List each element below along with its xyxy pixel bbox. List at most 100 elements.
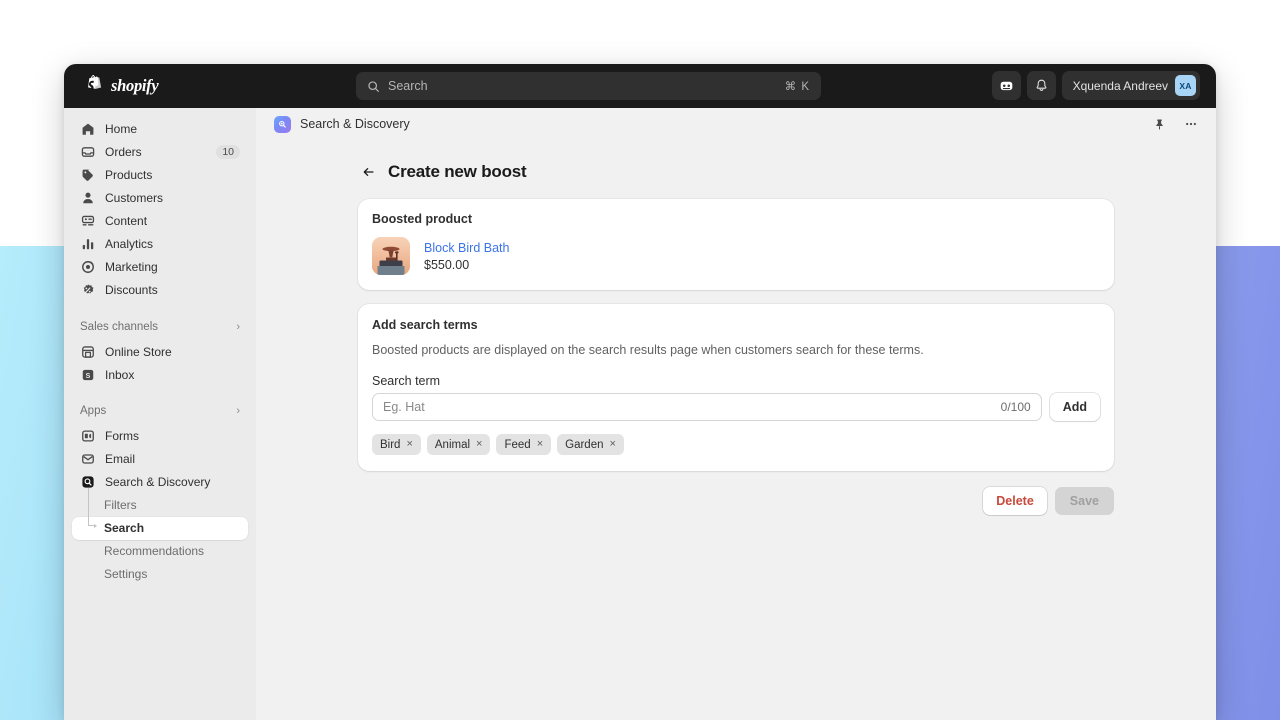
sidebar-subitem-settings[interactable]: Settings bbox=[72, 563, 248, 586]
search-term-row: Eg. Hat 0/100 Add bbox=[372, 393, 1100, 421]
sidebar-item-inbox[interactable]: S Inbox bbox=[72, 364, 248, 387]
sidebar-item-label: Content bbox=[105, 214, 147, 228]
orders-icon bbox=[80, 145, 95, 160]
sidebar-item-label: Home bbox=[105, 122, 137, 136]
sidebar-subitem-search[interactable]: Search bbox=[72, 517, 248, 540]
discounts-icon bbox=[80, 283, 95, 298]
tag-label: Garden bbox=[565, 439, 603, 451]
search-discovery-icon bbox=[274, 116, 291, 133]
sidebar-item-marketing[interactable]: Marketing bbox=[72, 256, 248, 279]
tag-feed[interactable]: Feed × bbox=[496, 434, 551, 455]
sidebar-subitems: Filters Search Recommendations Settings bbox=[72, 494, 248, 586]
sidebar-item-home[interactable]: Home bbox=[72, 118, 248, 141]
sidebar-item-online-store[interactable]: Online Store bbox=[72, 341, 248, 364]
tag-bird[interactable]: Bird × bbox=[372, 434, 421, 455]
sidebar-tree-arrow-icon bbox=[94, 524, 97, 528]
card-title: Boosted product bbox=[372, 212, 1100, 226]
sidebar-item-label: Discounts bbox=[105, 283, 158, 297]
notifications-button[interactable] bbox=[1027, 71, 1056, 100]
search-term-label: Search term bbox=[372, 374, 1100, 388]
sidebar-section-sales-channels[interactable]: Sales channels › bbox=[72, 319, 248, 335]
pin-button[interactable] bbox=[1148, 113, 1170, 135]
sidebar-item-content[interactable]: Content bbox=[72, 210, 248, 233]
save-button[interactable]: Save bbox=[1055, 487, 1114, 515]
main-content: Search & Discovery bbox=[256, 108, 1216, 720]
sidebar-item-label: Marketing bbox=[105, 260, 158, 274]
character-counter: 0/100 bbox=[1001, 400, 1031, 414]
store-badge-button[interactable] bbox=[992, 71, 1021, 100]
bell-icon bbox=[1034, 78, 1049, 93]
search-term-placeholder: Eg. Hat bbox=[383, 400, 1001, 414]
sidebar-item-products[interactable]: Products bbox=[72, 164, 248, 187]
app-breadcrumb[interactable]: Search & Discovery bbox=[274, 116, 410, 133]
sidebar-subitem-label: Search bbox=[104, 521, 144, 535]
shopify-wordmark: shopify bbox=[111, 76, 158, 96]
topbar-right-actions: Xquenda Andreev XA bbox=[992, 71, 1200, 100]
desktop-backdrop: shopify Search ⌘ K bbox=[0, 0, 1280, 720]
section-title: Apps bbox=[80, 405, 106, 417]
back-button[interactable] bbox=[360, 164, 376, 180]
sidebar-item-orders[interactable]: Orders 10 bbox=[72, 141, 248, 164]
page-container: Create new boost Boosted product bbox=[256, 140, 1216, 515]
add-term-button[interactable]: Add bbox=[1050, 393, 1100, 421]
sidebar-item-customers[interactable]: Customers bbox=[72, 187, 248, 210]
customers-icon bbox=[80, 191, 95, 206]
search-term-input[interactable]: Eg. Hat 0/100 bbox=[372, 393, 1042, 421]
product-price: $550.00 bbox=[424, 258, 509, 272]
remove-tag-icon[interactable]: × bbox=[610, 439, 616, 450]
tag-label: Animal bbox=[435, 439, 470, 451]
card-title: Add search terms bbox=[372, 318, 1100, 332]
content-icon bbox=[80, 214, 95, 229]
tag-label: Bird bbox=[380, 439, 400, 451]
marketing-target-icon bbox=[80, 260, 95, 275]
tag-animal[interactable]: Animal × bbox=[427, 434, 491, 455]
home-icon bbox=[80, 122, 95, 137]
tag-garden[interactable]: Garden × bbox=[557, 434, 624, 455]
sidebar: Home Orders 10 Prod bbox=[64, 108, 256, 720]
sidebar-tree-rail bbox=[88, 488, 89, 526]
sidebar-item-label: Orders bbox=[105, 145, 142, 159]
sidebar-subitem-label: Settings bbox=[104, 567, 147, 581]
sidebar-subitem-filters[interactable]: Filters bbox=[72, 494, 248, 517]
email-icon bbox=[80, 452, 95, 467]
online-store-icon bbox=[80, 344, 95, 359]
search-terms-tag-list: Bird × Animal × Feed × bbox=[372, 434, 1100, 455]
add-search-terms-card: Add search terms Boosted products are di… bbox=[358, 304, 1114, 471]
remove-tag-icon[interactable]: × bbox=[537, 439, 543, 450]
product-name-link[interactable]: Block Bird Bath bbox=[424, 241, 509, 255]
user-menu-button[interactable]: Xquenda Andreev XA bbox=[1062, 71, 1200, 100]
more-options-button[interactable] bbox=[1180, 113, 1202, 135]
sidebar-item-label: Customers bbox=[105, 191, 163, 205]
sidebar-item-discounts[interactable]: Discounts bbox=[72, 279, 248, 302]
app-body: Home Orders 10 Prod bbox=[64, 108, 1216, 720]
shopify-brand[interactable]: shopify bbox=[84, 75, 314, 97]
sidebar-item-email[interactable]: Email bbox=[72, 448, 248, 471]
delete-button[interactable]: Delete bbox=[983, 487, 1047, 515]
pin-icon bbox=[1153, 118, 1166, 131]
form-actions: Delete Save bbox=[358, 487, 1114, 515]
svg-text:S: S bbox=[85, 373, 90, 380]
page-header: Create new boost bbox=[358, 162, 1114, 182]
sidebar-subitem-label: Filters bbox=[104, 498, 137, 512]
sidebar-item-label: Inbox bbox=[105, 368, 134, 382]
remove-tag-icon[interactable]: × bbox=[476, 439, 482, 450]
shopify-bag-icon bbox=[84, 75, 104, 97]
global-search-input[interactable]: Search ⌘ K bbox=[356, 72, 821, 100]
bird-bath-image bbox=[372, 237, 410, 275]
avatar: XA bbox=[1175, 75, 1196, 96]
search-shortcut-hint: ⌘ K bbox=[785, 79, 810, 93]
remove-tag-icon[interactable]: × bbox=[406, 439, 412, 450]
sidebar-subitem-label: Recommendations bbox=[104, 544, 204, 558]
inbox-icon: S bbox=[80, 367, 95, 382]
chevron-right-icon: › bbox=[236, 405, 240, 417]
sidebar-item-label: Products bbox=[105, 168, 152, 182]
product-row: Block Bird Bath $550.00 bbox=[372, 237, 1100, 275]
sidebar-item-analytics[interactable]: Analytics bbox=[72, 233, 248, 256]
boosted-product-card: Boosted product bbox=[358, 199, 1114, 290]
sidebar-subitem-recommendations[interactable]: Recommendations bbox=[72, 540, 248, 563]
more-horizontal-icon bbox=[1184, 117, 1198, 131]
sidebar-item-search-and-discovery[interactable]: Search & Discovery bbox=[72, 471, 248, 494]
arrow-left-icon bbox=[361, 165, 376, 179]
sidebar-section-apps[interactable]: Apps › bbox=[72, 403, 248, 419]
sidebar-item-forms[interactable]: Forms bbox=[72, 425, 248, 448]
